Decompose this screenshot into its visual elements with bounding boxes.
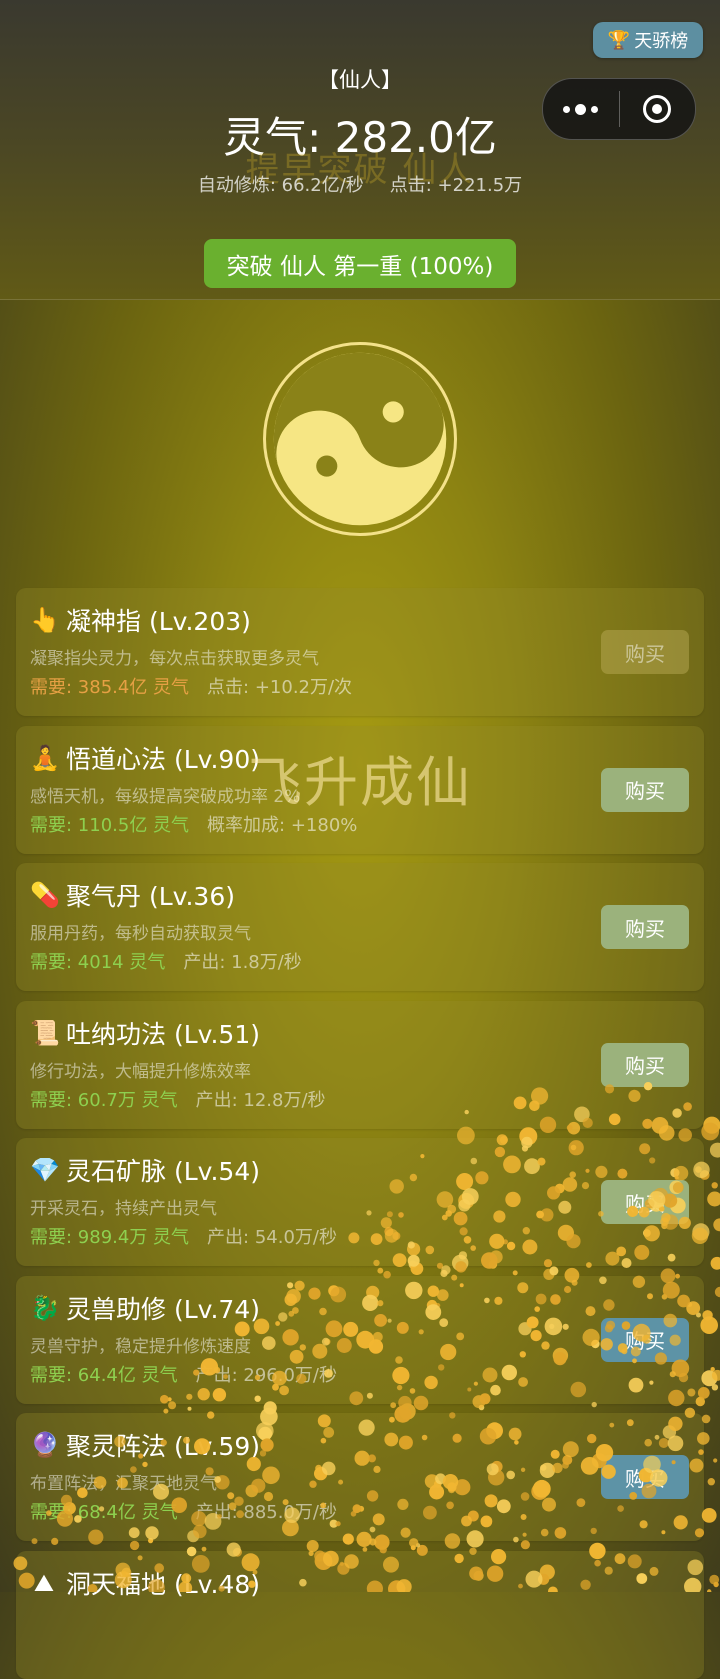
- leaderboard-label: 天骄榜: [634, 31, 689, 52]
- upgrade-cost: 需要: 110.5亿 灵气: [30, 814, 190, 836]
- upgrade-requirement: 需要: 68.4亿 灵气 产出: 885.0万/秒: [30, 1498, 337, 1524]
- upgrade-name-row: 🐉 灵兽助修 (Lv.74): [30, 1290, 260, 1326]
- upgrade-name: 聚气丹 (Lv.36): [66, 882, 235, 911]
- realm-title: 【仙人】: [318, 68, 402, 92]
- upgrade-requirement: 需要: 385.4亿 灵气 点击: +10.2万/次: [30, 673, 352, 699]
- upgrade-description: 服用丹药，每秒自动获取灵气: [30, 924, 251, 944]
- upgrade-effect: 概率加成: +180%: [207, 814, 358, 836]
- rate-info: 自动修炼: 66.2亿/秒 点击: +221.5万: [0, 171, 720, 197]
- crystal-ball-icon: 🔮: [30, 1431, 60, 1459]
- upgrade-effect: 产出: 54.0万/秒: [207, 1227, 337, 1248]
- upgrade-card: 🐉 灵兽助修 (Lv.74) 灵兽守护，稳定提升修炼速度 需要: 64.4亿 灵气 产出…: [16, 1275, 704, 1404]
- upgrade-name: 悟道心法 (Lv.90): [66, 744, 260, 774]
- upgrade-card: 👆 凝神指 (Lv.203) 凝聚指尖灵力，每次点击获取更多灵气 需要: 385.4亿…: [16, 588, 704, 716]
- upgrade-cost: 需要: 4014 灵气: [30, 952, 166, 973]
- scroll-icon: 📜: [30, 1018, 60, 1047]
- upgrade-cost: 需要: 64.4亿 灵气: [30, 1364, 178, 1386]
- ascension-title: 飞升成仙: [248, 751, 472, 814]
- header-divider: [0, 299, 720, 300]
- upgrade-requirement: 需要: 989.4万 灵气 产出: 54.0万/秒: [30, 1223, 337, 1249]
- buy-button[interactable]: 购买: [601, 1042, 689, 1087]
- upgrade-requirement: [30, 1636, 48, 1657]
- upgrade-requirement: 需要: 60.7万 灵气 产出: 12.8万/秒: [30, 1086, 326, 1112]
- mountain-icon: ⛰: [33, 1568, 55, 1597]
- upgrade-name-row: ⛰ 洞天福地 (Lv.48): [30, 1565, 260, 1601]
- upgrade-name-row: 📜 吐纳功法 (Lv.51): [30, 1015, 260, 1051]
- buy-button[interactable]: 购买: [601, 1455, 689, 1499]
- click-rate: 点击: +221.5万: [389, 175, 523, 196]
- pill-icon: 💊: [30, 881, 60, 909]
- upgrade-cost: 需要: 385.4亿 灵气: [30, 677, 190, 698]
- upgrade-card: 📜 吐纳功法 (Lv.51) 修行功法，大幅提升修炼效率 需要: 60.7万 灵气 产出…: [16, 1000, 704, 1129]
- upgrade-name-row: 👆 凝神指 (Lv.203): [30, 602, 251, 638]
- buy-button[interactable]: 购买: [601, 767, 689, 812]
- leaderboard-button[interactable]: 🏆 天骄榜: [593, 22, 703, 58]
- upgrade-name: 灵兽助修 (Lv.74): [66, 1294, 260, 1324]
- yin-yang-icon: [273, 352, 447, 526]
- buy-button[interactable]: 购买: [601, 630, 689, 674]
- upgrade-name: 灵石矿脉 (Lv.54): [66, 1157, 260, 1186]
- upgrade-card: 🔮 聚灵阵法 (Lv.59) 布置阵法，汇聚天地灵气 需要: 68.4亿 灵气 产出: …: [16, 1413, 704, 1541]
- upgrade-cost: 需要: 60.7万 灵气: [30, 1089, 178, 1111]
- upgrade-cost: 需要: 68.4亿 灵气: [30, 1502, 178, 1523]
- upgrade-description: 布置阵法，汇聚天地灵气: [30, 1474, 217, 1494]
- pointing-finger-icon: 👆: [30, 606, 60, 634]
- upgrade-description: 开采灵石，持续产出灵气: [30, 1199, 217, 1219]
- upgrade-effect: 产出: 296.0万/秒: [195, 1364, 337, 1386]
- upgrade-name: 洞天福地 (Lv.48): [66, 1569, 260, 1599]
- auto-rate: 自动修炼: 66.2亿/秒: [197, 175, 364, 196]
- upgrade-card: 💊 聚气丹 (Lv.36) 服用丹药，每秒自动获取灵气 需要: 4014 灵气 产出: …: [16, 863, 704, 991]
- upgrade-cost: 需要: 989.4万 灵气: [30, 1227, 190, 1248]
- upgrade-name-row: 🧘 悟道心法 (Lv.90): [30, 740, 260, 776]
- upgrade-requirement: 需要: 64.4亿 灵气 产出: 296.0万/秒: [30, 1361, 337, 1387]
- breakthrough-button[interactable]: 突破 仙人 第一重 (100%): [204, 239, 516, 288]
- upgrade-effect: 产出: 12.8万/秒: [195, 1089, 326, 1111]
- dragon-icon: 🐉: [30, 1293, 60, 1322]
- cultivate-tap-button[interactable]: [263, 342, 457, 536]
- buy-button[interactable]: 购买: [601, 905, 689, 949]
- upgrade-name-row: 💊 聚气丹 (Lv.36): [30, 877, 235, 913]
- buy-button[interactable]: 购买: [601, 1180, 689, 1224]
- upgrade-effect: 产出: 1.8万/秒: [183, 952, 302, 973]
- upgrade-name: 凝神指 (Lv.203): [66, 607, 251, 636]
- upgrade-description: 灵兽守护，稳定提升修炼速度: [30, 1336, 251, 1357]
- upgrade-card: ⛰ 洞天福地 (Lv.48): [16, 1550, 704, 1679]
- upgrade-card: 💎 灵石矿脉 (Lv.54) 开采灵石，持续产出灵气 需要: 989.4万 灵气 产出:…: [16, 1138, 704, 1266]
- trophy-icon: 🏆: [607, 29, 631, 51]
- upgrade-requirement: 需要: 4014 灵气 产出: 1.8万/秒: [30, 948, 302, 974]
- upgrade-description: 修行功法，大幅提升修炼效率: [30, 1061, 251, 1082]
- upgrade-effect: 产出: 885.0万/秒: [195, 1502, 337, 1523]
- upgrade-description: 凝聚指尖灵力，每次点击获取更多灵气: [30, 649, 319, 669]
- meditation-icon: 🧘: [30, 743, 60, 772]
- upgrade-effect: 点击: +10.2万/次: [207, 677, 353, 698]
- upgrade-name: 吐纳功法 (Lv.51): [66, 1019, 260, 1049]
- gem-icon: 💎: [30, 1156, 60, 1184]
- buy-button[interactable]: 购买: [601, 1317, 689, 1362]
- upgrade-name-row: 💎 灵石矿脉 (Lv.54): [30, 1152, 260, 1188]
- upgrade-name-row: 🔮 聚灵阵法 (Lv.59): [30, 1427, 260, 1463]
- upgrade-name: 聚灵阵法 (Lv.59): [66, 1432, 260, 1461]
